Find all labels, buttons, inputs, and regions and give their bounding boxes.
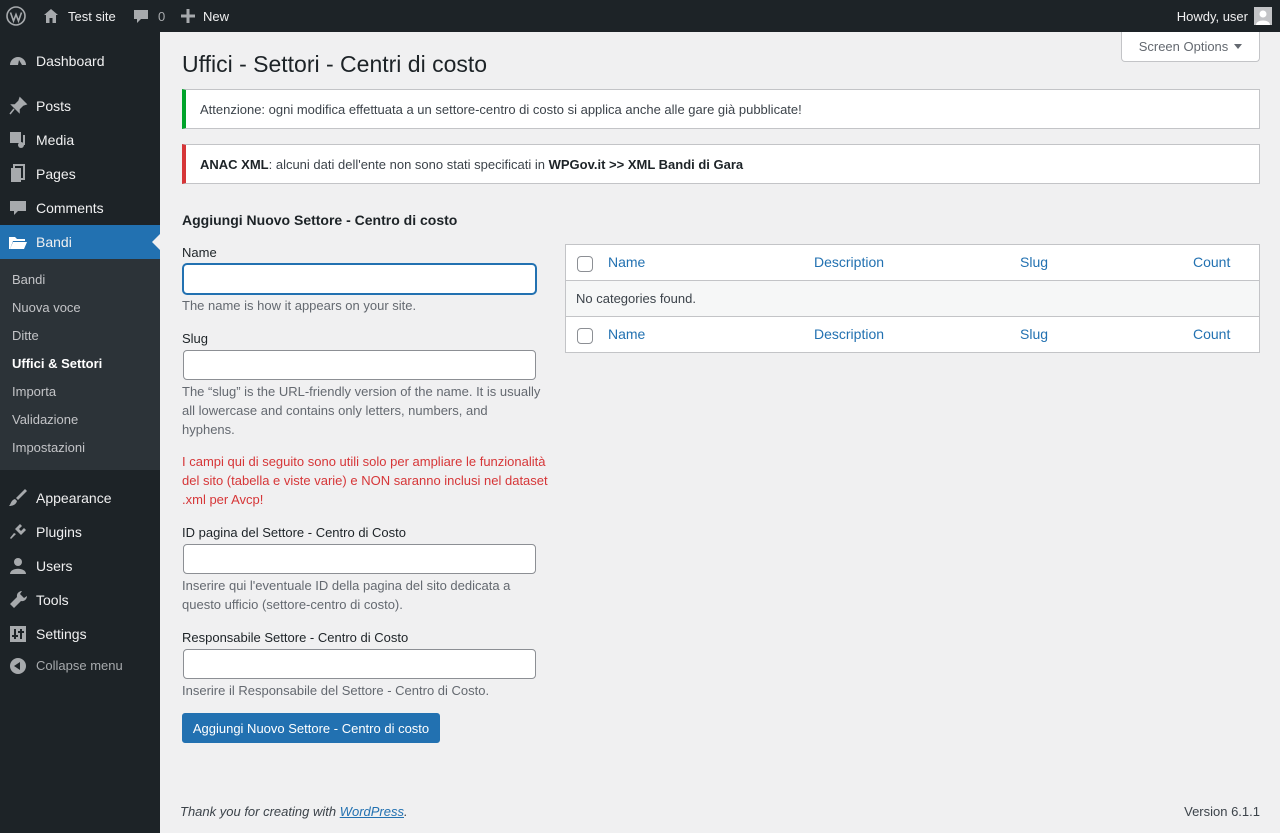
- admin-bar: Test site 0 New Howdy, user: [0, 0, 1280, 32]
- paintbrush-icon: [8, 488, 28, 508]
- comments-count: 0: [158, 8, 166, 24]
- home-icon: [42, 7, 60, 25]
- sidebar-item-plugins[interactable]: Plugins: [0, 515, 160, 549]
- sidebar-item-tools[interactable]: Tools: [0, 583, 160, 617]
- plugin-icon: [8, 522, 28, 542]
- submenu-item-validazione[interactable]: Validazione: [12, 412, 78, 427]
- caret-down-icon: [1234, 44, 1243, 49]
- submenu-item-ditte[interactable]: Ditte: [12, 328, 39, 343]
- user-icon: [8, 556, 28, 576]
- name-input[interactable]: [183, 264, 536, 294]
- sidebar-item-dashboard[interactable]: Dashboard: [0, 44, 160, 78]
- column-slug[interactable]: Slug: [1020, 254, 1048, 270]
- slug-label: Slug: [182, 331, 209, 346]
- wrench-icon: [8, 590, 28, 610]
- sidebar-item-pages[interactable]: Pages: [0, 157, 160, 191]
- error-notice-message: ANAC XML: alcuni dati dell'ente non sono…: [200, 157, 743, 172]
- page-title: Uffici - Settori - Centri di costo: [182, 51, 488, 77]
- comments-link[interactable]: 0: [132, 0, 165, 32]
- extra-fields-warning: I campi qui di seguito sono utili solo p…: [182, 454, 548, 507]
- wordpress-logo-icon[interactable]: [6, 0, 28, 32]
- manager-help: Inserire il Responsabile del Settore - C…: [182, 683, 490, 698]
- footer-thanks-suffix: .: [404, 804, 408, 819]
- my-account-link[interactable]: Howdy, user: [1177, 0, 1272, 32]
- sliders-icon: [8, 624, 28, 644]
- submenu-item-uffici-settori[interactable]: Uffici & Settori: [12, 356, 102, 371]
- page-id-input[interactable]: [183, 544, 536, 574]
- folder-open-icon: [8, 232, 28, 252]
- error-notice-bold-anac: ANAC XML: [200, 156, 269, 172]
- sidebar-item-bandi[interactable]: Bandi: [0, 225, 160, 259]
- sidebar-item-appearance[interactable]: Appearance: [0, 481, 160, 515]
- new-content-link[interactable]: New: [181, 0, 229, 32]
- error-notice-text: : alcuni dati dell'ente non sono stati s…: [268, 156, 549, 172]
- collapse-menu-label: Collapse menu: [36, 658, 123, 673]
- table-header-row: Name Description Slug Count: [566, 245, 1259, 281]
- collapse-menu-button[interactable]: Collapse menu: [0, 649, 160, 683]
- sidebar-item-comments[interactable]: Comments: [0, 191, 160, 225]
- new-label: New: [203, 8, 230, 24]
- column-name-footer[interactable]: Name: [608, 326, 645, 342]
- success-notice: Attenzione: ogni modifica effettuata a u…: [182, 89, 1260, 129]
- page-id-help: Inserire qui l'eventuale ID della pagina…: [182, 578, 511, 612]
- submenu-item-nuova-voce[interactable]: Nuova voce: [12, 300, 81, 315]
- select-all-checkbox[interactable]: [577, 256, 593, 272]
- bandi-submenu: Bandi Nuova voce Ditte Uffici & Settori …: [0, 259, 160, 470]
- screen-options-label: Screen Options: [1138, 39, 1229, 54]
- column-count[interactable]: Count: [1193, 254, 1230, 270]
- comment-icon: [132, 7, 150, 25]
- name-help: The name is how it appears on your site.: [182, 298, 417, 313]
- form-heading: Aggiungi Nuovo Settore - Centro di costo: [182, 212, 458, 228]
- sidebar-item-media[interactable]: Media: [0, 123, 160, 157]
- name-label: Name: [182, 245, 217, 260]
- column-slug-footer[interactable]: Slug: [1020, 326, 1048, 342]
- table-footer-row: Name Description Slug Count: [566, 317, 1259, 353]
- collapse-arrow-icon: [10, 658, 26, 674]
- avatar: [1254, 7, 1272, 25]
- column-name[interactable]: Name: [608, 254, 645, 270]
- admin-sidebar: Dashboard Posts Media Pages Comments Ban…: [0, 32, 160, 833]
- pushpin-icon: [8, 96, 28, 116]
- footer-version: Version 6.1.1: [1184, 804, 1260, 819]
- sidebar-item-users[interactable]: Users: [0, 549, 160, 583]
- error-notice: ANAC XML: alcuni dati dell'ente non sono…: [182, 144, 1260, 184]
- table-row: No categories found.: [566, 281, 1259, 317]
- footer-thanks-prefix: Thank you for creating with: [180, 804, 340, 819]
- sidebar-item-posts[interactable]: Posts: [0, 89, 160, 123]
- categories-table: Name Description Slug Count No categorie…: [565, 244, 1260, 353]
- howdy-label: Howdy, user: [1176, 8, 1248, 24]
- slug-input[interactable]: [183, 350, 536, 380]
- manager-label: Responsabile Settore - Centro di Costo: [182, 630, 409, 645]
- media-icon: [8, 130, 28, 150]
- success-notice-text: Attenzione: ogni modifica effettuata a u…: [200, 101, 802, 117]
- error-notice-bold-path: WPGov.it >> XML Bandi di Gara: [548, 156, 744, 172]
- wordpress-link[interactable]: WordPress: [340, 804, 404, 819]
- screen-options-button[interactable]: Screen Options: [1121, 32, 1260, 62]
- dashboard-icon: [8, 51, 28, 71]
- submenu-item-bandi[interactable]: Bandi: [12, 272, 45, 287]
- add-sector-button[interactable]: Aggiungi Nuovo Settore - Centro di costo: [182, 713, 440, 743]
- column-count-footer[interactable]: Count: [1193, 326, 1230, 342]
- site-name-link[interactable]: Test site: [42, 0, 116, 32]
- slug-help: The “slug” is the URL-friendly version o…: [182, 384, 541, 437]
- submenu-item-impostazioni[interactable]: Impostazioni: [12, 440, 85, 455]
- select-all-checkbox-footer[interactable]: [577, 328, 593, 344]
- column-description[interactable]: Description: [814, 254, 884, 270]
- submenu-item-importa[interactable]: Importa: [12, 384, 56, 399]
- empty-table-message: No categories found.: [576, 291, 696, 306]
- plus-icon: [181, 9, 195, 23]
- manager-input[interactable]: [183, 649, 536, 679]
- column-description-footer[interactable]: Description: [814, 326, 884, 342]
- comment-icon: [8, 198, 28, 218]
- pages-icon: [8, 164, 28, 184]
- sidebar-item-settings[interactable]: Settings: [0, 617, 160, 651]
- page-id-label: ID pagina del Settore - Centro di Costo: [182, 525, 407, 540]
- footer-thanks: Thank you for creating with WordPress.: [180, 804, 408, 819]
- site-name-label: Test site: [68, 8, 116, 24]
